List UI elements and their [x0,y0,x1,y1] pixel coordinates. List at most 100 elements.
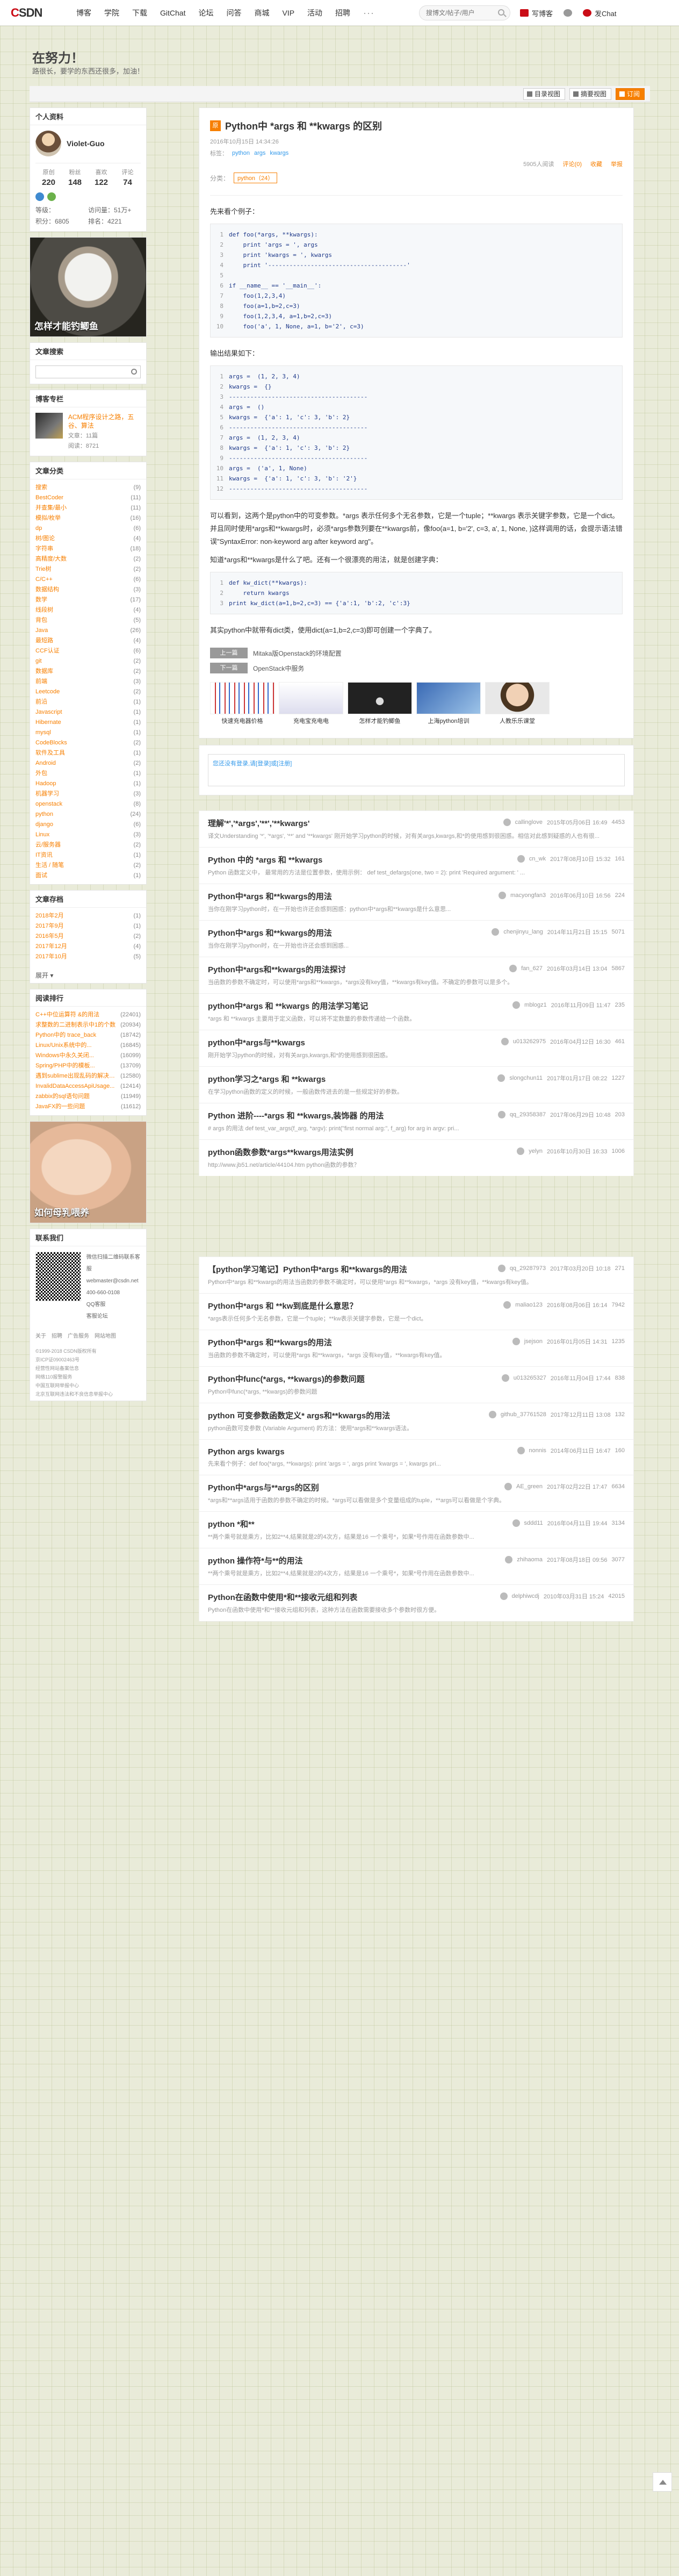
rec-card[interactable]: 上海python培训 [416,682,481,725]
category-name[interactable]: Java [35,626,48,636]
author-name[interactable]: cn_wk [529,856,546,862]
related-article[interactable]: Python中*args 和 **kw到底是什么意思？ maliao123 2016… [199,1293,634,1330]
category-item[interactable]: 树/图论 (4) [35,534,141,544]
archive-month[interactable]: 2017年10月 [35,952,67,962]
author-avatar[interactable] [500,1592,508,1600]
category-name[interactable]: CCF认证 [35,646,60,656]
hot-article-item[interactable]: Spring/PHP中的模板... (13709) [35,1061,141,1071]
author-avatar[interactable] [505,1556,513,1563]
author-avatar[interactable] [501,1038,509,1045]
category-item[interactable]: IT资讯 (1) [35,850,141,860]
author-name[interactable]: delphiwcdj [512,1593,539,1599]
category-name[interactable]: Trie树 [35,564,52,575]
search-icon[interactable] [131,369,137,375]
footer-link-ads[interactable]: 广告服务 [68,1331,89,1339]
category-item[interactable]: CCF认证 (6) [35,646,141,656]
category-item[interactable]: Android (2) [35,758,141,769]
author-avatar[interactable] [497,1265,505,1272]
category-name[interactable]: 线段树 [35,605,53,615]
related-article[interactable]: python学习之*args 和 **kwargs slongchun11 2017… [199,1066,634,1103]
related-article[interactable]: 理解'*','*args','**','**kwargs' callinglove… [199,810,634,847]
category-item[interactable]: Linux (3) [35,830,141,840]
footer-link-sitemap[interactable]: 网站地图 [95,1331,116,1339]
category-name[interactable]: 软件及工具 [35,748,65,758]
top-search-input[interactable] [420,6,489,20]
author-name[interactable]: chenjinyu_lang [503,929,543,935]
favorite-button[interactable]: 收藏 [590,160,602,168]
footer-link-jobs[interactable]: 招聘 [52,1331,62,1339]
hot-article-title[interactable]: 遇到sublime出现乱码的解决办法 [35,1071,120,1081]
related-article-title[interactable]: 【python学习笔记】Python中*args 和**kwargs的用法 [208,1264,407,1275]
author-name[interactable]: zhihaoma [517,1556,543,1563]
hot-article-item[interactable]: InvalidDataAccessApiUsage... (12414) [35,1081,141,1092]
hot-article-title[interactable]: 求整数的二进制表示中1的个数 [35,1020,120,1030]
author-avatar[interactable] [512,1001,521,1009]
author-avatar[interactable] [503,819,511,826]
related-article-title[interactable]: python *和** [208,1518,255,1530]
blog-title[interactable]: 在努力！ [32,47,84,66]
related-article-title[interactable]: Python 中的 *args 和 **kwargs [208,854,322,865]
category-name[interactable]: 最短路 [35,636,53,646]
category-name[interactable]: Javascript [35,707,62,717]
related-article[interactable]: python 操作符*与**的用法 zhihaoma 2017年08月18日 09:… [199,1548,634,1584]
author-avatar[interactable] [509,965,517,972]
comment-login-hint[interactable]: 您还没有登录,请[登录]或[注册] [213,760,292,767]
subscribe-button[interactable]: 订阅 [615,88,645,100]
rec-image[interactable] [279,682,343,714]
tag-link[interactable]: python [232,150,250,156]
hot-article-item[interactable]: 求整数的二进制表示中1的个数 (20934) [35,1020,141,1030]
nav-item[interactable]: 论坛 [192,0,220,26]
username[interactable]: Violet-Guo [67,139,105,148]
category-name[interactable]: django [35,820,53,830]
category-item[interactable]: Trie树 (2) [35,564,141,575]
category-name[interactable]: 生活 / 随笔 [35,860,64,871]
related-article[interactable]: Python args kwargs nonnis 2014年06月11日 16:4… [199,1439,634,1475]
hot-article-title[interactable]: C++中位运算符 &的用法 [35,1010,120,1020]
category-item[interactable]: 高精度/大数 (2) [35,554,141,564]
author-name[interactable]: maliao123 [515,1302,543,1308]
hot-article-title[interactable]: InvalidDataAccessApiUsage... [35,1081,120,1092]
category-name[interactable]: Android [35,758,56,769]
category-name[interactable]: 数据库 [35,666,53,677]
category-name[interactable]: python [35,809,53,820]
category-item[interactable]: 外包 (1) [35,769,141,779]
category-name[interactable]: 并查集/最小 [35,503,67,513]
author-name[interactable]: nonnis [529,1447,546,1454]
category-name[interactable]: Linux [35,830,49,840]
related-article[interactable]: python函数参数*args**kwargs用法实例 yelyn 2016年10月… [199,1139,634,1176]
related-article-title[interactable]: Python中*args和**kwargs的用法探讨 [208,964,346,975]
tag-link[interactable]: kwargs [270,150,288,156]
category-name[interactable]: IT资讯 [35,850,53,860]
contact-email[interactable]: webmaster@csdn.net [86,1275,141,1287]
hot-article-title[interactable]: Linux/Unix系统中的... [35,1041,120,1051]
nav-item[interactable]: VIP [276,0,301,26]
related-article-title[interactable]: Python 进阶----*args 和 **kwargs,装饰器 的用法 [208,1110,384,1121]
related-article-title[interactable]: Python中*args与**args的区别 [208,1482,319,1493]
hot-article-item[interactable]: C++中位运算符 &的用法 (22401) [35,1010,141,1020]
category-name[interactable]: C/C++ [35,575,53,585]
author-avatar[interactable] [517,1447,525,1454]
category-item[interactable]: 最短路 (4) [35,636,141,646]
author-name[interactable]: u013265327 [514,1375,546,1381]
category-name[interactable]: 前端 [35,677,47,687]
author-name[interactable]: sddd11 [524,1520,543,1526]
nav-item[interactable]: 学院 [98,0,126,26]
column-thumbnail[interactable] [35,413,63,439]
author-avatar[interactable] [517,1147,525,1155]
related-article-title[interactable]: Python中func(*args, **kwargs)的参数问题 [208,1373,365,1384]
hot-article-item[interactable]: Linux/Unix系统中的... (16845) [35,1041,141,1051]
category-item[interactable]: 前端 (3) [35,677,141,687]
author-name[interactable]: jsejson [524,1338,543,1345]
category-item[interactable]: Java (26) [35,626,141,636]
nav-item[interactable]: 商城 [248,0,276,26]
category-item[interactable]: 数据库 (2) [35,666,141,677]
back-to-top-button[interactable] [653,2472,672,2492]
author-avatar[interactable] [499,892,507,899]
category-name[interactable]: 搜索 [35,483,47,493]
category-item[interactable]: Hibernate (1) [35,717,141,728]
rec-image[interactable] [210,682,275,714]
archive-item[interactable]: 2017年10月 (5) [35,952,141,962]
rec-card[interactable]: 怎样才能钓鲫鱼 [348,682,412,725]
related-article[interactable]: python 可变参数函数定义* args和**kwargs的用法 github_… [199,1403,634,1439]
related-article-title[interactable]: Python中*args 和**kwargs的用法 [208,891,332,902]
